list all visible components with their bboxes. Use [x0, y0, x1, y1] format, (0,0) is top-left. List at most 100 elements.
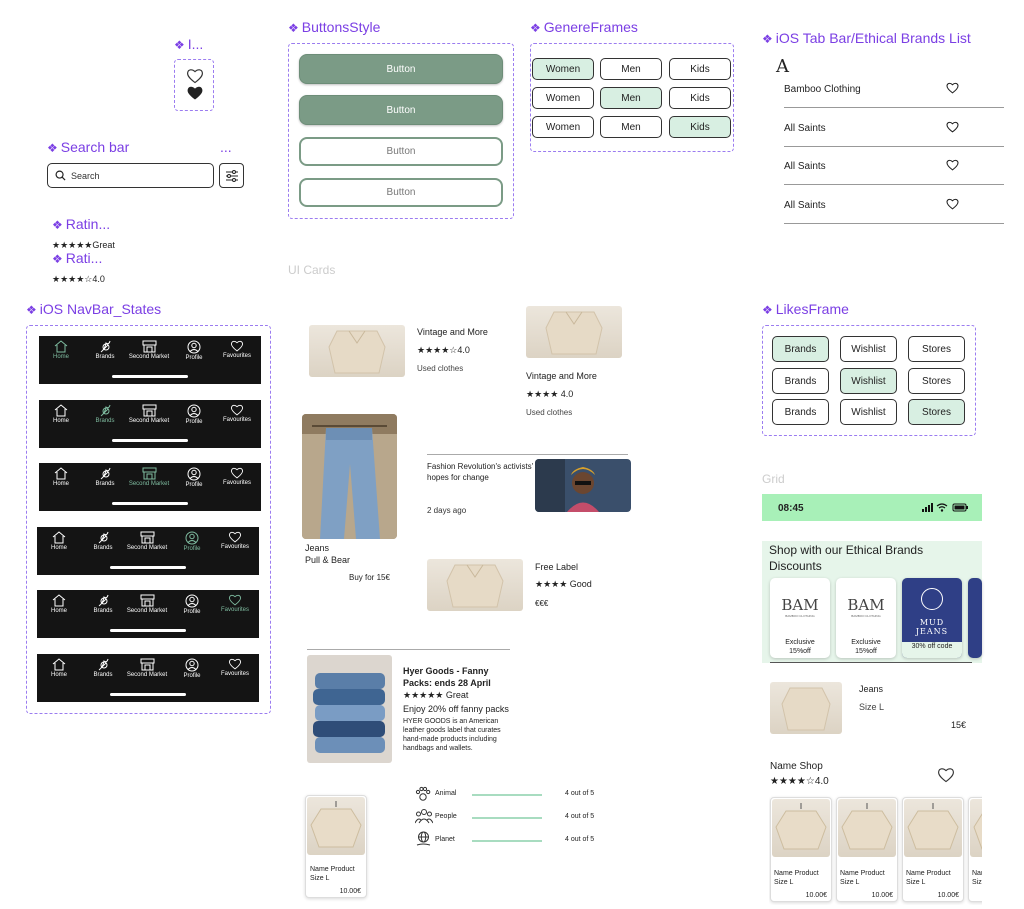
- genre-chip-women[interactable]: Women: [532, 87, 594, 109]
- rating-label: Good: [569, 579, 592, 589]
- nav-item-home[interactable]: Home: [37, 658, 81, 678]
- genre-chip-men[interactable]: Men: [600, 87, 662, 109]
- nav-item-brands[interactable]: Brands: [81, 594, 125, 614]
- search-input[interactable]: Search: [47, 163, 214, 188]
- product-card[interactable]: Name Product Size L 10.00€: [305, 795, 367, 898]
- nav-item-label: Second Market: [128, 354, 170, 360]
- nav-item-second-market[interactable]: Second Market: [125, 531, 169, 551]
- likes-chip-stores[interactable]: Stores: [908, 336, 965, 362]
- status-bar: 08:45: [762, 494, 982, 521]
- nav-item-profile[interactable]: Profile: [170, 594, 214, 615]
- brand-row[interactable]: All Saints: [784, 147, 1004, 185]
- nav-item-second-market[interactable]: Second Market: [127, 340, 171, 360]
- divider: [770, 662, 972, 663]
- heart-filled-icon[interactable]: [186, 85, 204, 101]
- heart-outline-icon[interactable]: [186, 68, 204, 84]
- product-card[interactable]: Name ProductSize L10.00€: [836, 797, 898, 902]
- likes-chip-brands[interactable]: Brands: [772, 336, 829, 362]
- profile-icon: [170, 658, 214, 672]
- news-title[interactable]: Fashion Revolution's activists' hopes fo…: [427, 461, 535, 483]
- primary-button-pressed[interactable]: Button: [299, 95, 503, 125]
- product-card[interactable]: Name ProductSize L10.00€: [902, 797, 964, 902]
- nav-item-label: Second Market: [126, 672, 168, 678]
- news-time: 2 days ago: [427, 506, 467, 515]
- nav-item-brands[interactable]: Brands: [81, 658, 125, 678]
- brand-row[interactable]: Bamboo Clothing: [784, 70, 1004, 108]
- nav-item-favourites[interactable]: Favourites: [215, 340, 259, 359]
- card-title: Vintage and More: [526, 371, 597, 381]
- nav-item-favourites[interactable]: Favourites: [213, 658, 257, 677]
- nav-item-home[interactable]: Home: [39, 467, 83, 487]
- heart-icon[interactable]: [946, 82, 959, 94]
- discount-card[interactable]: BAM BAMBOO CLOTHING Exclusive 15%off: [836, 578, 896, 658]
- product-card[interactable]: Name ProductSize L10.00€: [968, 797, 982, 902]
- genre-chip-kids[interactable]: Kids: [669, 116, 731, 138]
- nav-item-home[interactable]: Home: [39, 404, 83, 424]
- nav-item-profile[interactable]: Profile: [172, 340, 216, 361]
- icon-frame-title: ❖ I...: [174, 36, 204, 52]
- nav-item-home[interactable]: Home: [39, 340, 83, 360]
- discount-card[interactable]: BAM BAMBOO CLOTHING Exclusive 15%off: [770, 578, 830, 658]
- genre-chip-women[interactable]: Women: [532, 58, 594, 80]
- nav-item-second-market[interactable]: Second Market: [127, 404, 171, 424]
- heart-icon[interactable]: [946, 159, 959, 171]
- nav-item-brands[interactable]: Brands: [83, 467, 127, 487]
- discount-card[interactable]: MUD JEANS 30% off code: [902, 578, 962, 658]
- secondary-button-alt[interactable]: Button: [299, 178, 503, 207]
- nav-item-favourites[interactable]: Favourites: [213, 531, 257, 550]
- nav-item-favourites[interactable]: Favourites: [215, 404, 259, 423]
- nav-bar-state: Home Brands Second Market Profile Favourites: [37, 527, 259, 575]
- genre-chip-men[interactable]: Men: [600, 116, 662, 138]
- nav-item-profile[interactable]: Profile: [172, 404, 216, 425]
- likes-chip-wishlist[interactable]: Wishlist: [840, 368, 897, 394]
- people-icon: [415, 809, 433, 824]
- nav-item-second-market[interactable]: Second Market: [127, 467, 171, 487]
- genre-chip-kids[interactable]: Kids: [669, 58, 731, 80]
- sweater-image: [427, 559, 523, 611]
- brand-row[interactable]: All Saints: [784, 186, 1004, 224]
- likes-frame-title: ❖ LikesFrame: [762, 301, 849, 317]
- nav-item-home[interactable]: Home: [37, 594, 81, 614]
- likes-chip-brands[interactable]: Brands: [772, 399, 829, 425]
- nav-item-second-market[interactable]: Second Market: [125, 594, 169, 614]
- likes-chip-stores[interactable]: Stores: [908, 368, 965, 394]
- heart-icon[interactable]: [937, 767, 955, 783]
- heart-icon[interactable]: [946, 121, 959, 133]
- sweater-image: [904, 799, 962, 857]
- impact-value: 4 out of 5: [565, 790, 595, 797]
- filter-button[interactable]: [219, 163, 244, 188]
- nav-item-favourites[interactable]: Favourites: [213, 594, 257, 613]
- nav-item-favourites[interactable]: Favourites: [215, 467, 259, 486]
- heart-icon[interactable]: [946, 198, 959, 210]
- brands-icon: [83, 404, 127, 417]
- nav-item-label: Home: [50, 545, 67, 551]
- likes-chip-stores[interactable]: Stores: [908, 399, 965, 425]
- nav-item-label: Favourites: [220, 544, 249, 550]
- nav-item-brands[interactable]: Brands: [81, 531, 125, 551]
- heart-icon: [215, 404, 259, 416]
- likes-chip-brands[interactable]: Brands: [772, 368, 829, 394]
- nav-bar-state: Home Brands Second Market Profile Favourites: [39, 400, 261, 448]
- primary-button[interactable]: Button: [299, 54, 503, 84]
- genre-chip-kids[interactable]: Kids: [669, 87, 731, 109]
- discount-card[interactable]: MU: [968, 578, 982, 658]
- home-indicator: [112, 439, 188, 442]
- nav-item-brands[interactable]: Brands: [83, 404, 127, 424]
- nav-item-profile[interactable]: Profile: [172, 467, 216, 488]
- banner-title: Shop with our Ethical Brands Discounts: [769, 543, 924, 573]
- genre-chip-women[interactable]: Women: [532, 116, 594, 138]
- nav-item-profile[interactable]: Profile: [170, 658, 214, 679]
- home-icon: [37, 594, 81, 607]
- product-card[interactable]: Name ProductSize L10.00€: [770, 797, 832, 902]
- nav-item-profile[interactable]: Profile: [170, 531, 214, 552]
- nav-item-home[interactable]: Home: [37, 531, 81, 551]
- genre-chip-men[interactable]: Men: [600, 58, 662, 80]
- brand-row[interactable]: All Saints: [784, 109, 1004, 147]
- nav-item-brands[interactable]: Brands: [83, 340, 127, 360]
- likes-chip-wishlist[interactable]: Wishlist: [840, 399, 897, 425]
- nav-item-label: Brands: [93, 608, 113, 614]
- rating-label: Great: [92, 240, 115, 250]
- secondary-button[interactable]: Button: [299, 137, 503, 166]
- likes-chip-wishlist[interactable]: Wishlist: [840, 336, 897, 362]
- nav-item-second-market[interactable]: Second Market: [125, 658, 169, 678]
